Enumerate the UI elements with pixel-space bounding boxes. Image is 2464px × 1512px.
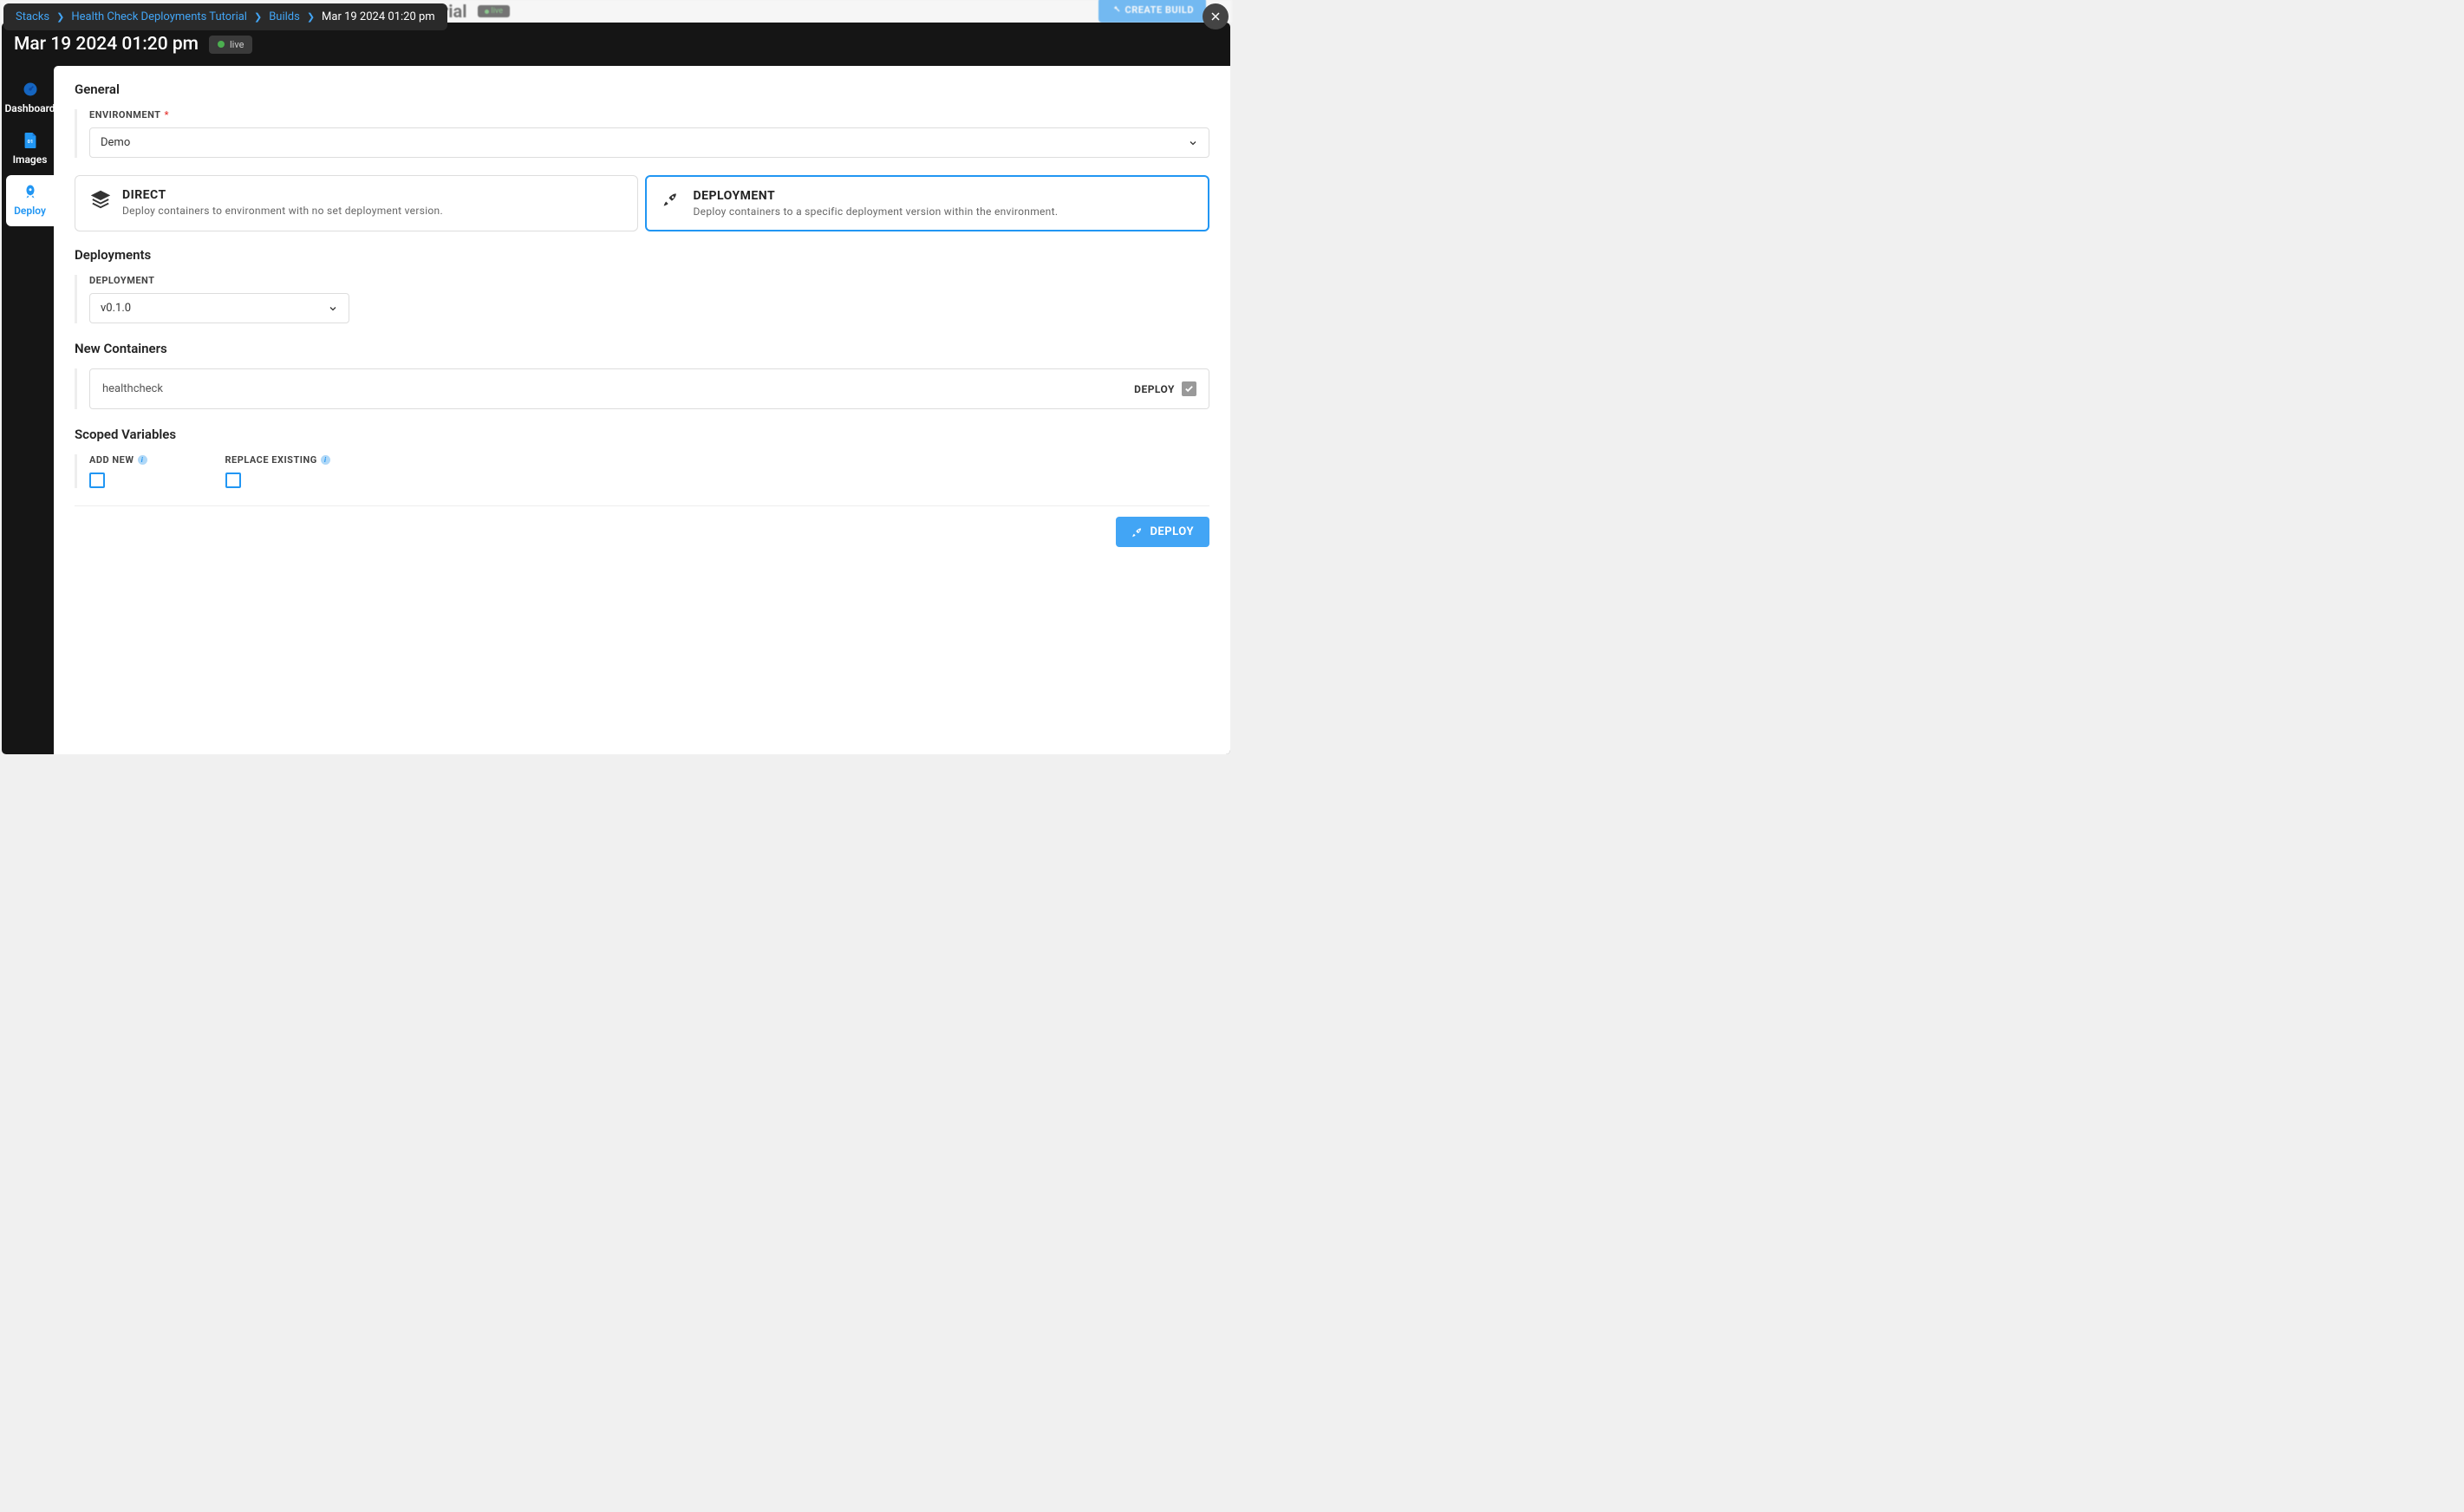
sidebar-tabs: Dashboard 01 Images Deploy [2, 66, 54, 754]
live-dot-icon [218, 41, 225, 48]
live-badge: live [209, 36, 252, 54]
hammer-icon [1111, 5, 1121, 16]
breadcrumb-current: Mar 19 2024 01:20 pm [322, 10, 435, 23]
card-deployment-desc: Deploy containers to a specific deployme… [694, 205, 1059, 218]
chevron-right-icon: ❯ [307, 11, 315, 23]
deployment-label: DEPLOYMENT [89, 275, 1209, 286]
deployment-value: v0.1.0 [101, 302, 131, 315]
tab-deploy[interactable]: Deploy [6, 175, 54, 226]
tab-dashboard-label: Dashboard [4, 102, 55, 114]
rocket-icon [1131, 526, 1144, 538]
file-icon: 01 [22, 132, 39, 149]
tab-dashboard[interactable]: Dashboard [6, 73, 54, 124]
tab-images[interactable]: 01 Images [6, 124, 54, 175]
replace-existing-label: REPLACE EXISTING i [225, 454, 330, 466]
replace-existing-checkbox[interactable] [225, 472, 241, 488]
container-name: healthcheck [102, 382, 163, 395]
gauge-icon [22, 81, 39, 98]
environment-value: Demo [101, 136, 130, 149]
environment-label: ENVIRONMENT* [89, 109, 1209, 121]
create-build-button[interactable]: CREATE BUILD [1098, 0, 1207, 23]
rocket-icon [662, 191, 681, 210]
svg-text:01: 01 [27, 140, 33, 145]
rocket-icon [22, 183, 39, 200]
add-new-checkbox[interactable] [89, 472, 105, 488]
section-scoped: ADD NEW i REPLACE EXISTING i [75, 454, 1209, 488]
content-panel: General ENVIRONMENT* Demo DIRECT [54, 66, 1230, 754]
add-new-label: ADD NEW i [89, 454, 147, 466]
modal-title: Mar 19 2024 01:20 pm [14, 34, 199, 55]
chevron-right-icon: ❯ [254, 11, 262, 23]
bg-live-badge: live [478, 5, 510, 17]
breadcrumb-stacks[interactable]: Stacks [16, 10, 49, 23]
card-direct[interactable]: DIRECT Deploy containers to environment … [75, 175, 638, 231]
info-icon[interactable]: i [138, 455, 147, 465]
card-direct-title: DIRECT [122, 188, 443, 202]
chevron-right-icon: ❯ [56, 11, 64, 23]
info-icon[interactable]: i [321, 455, 330, 465]
card-deployment[interactable]: DEPLOYMENT Deploy containers to a specif… [645, 175, 1210, 231]
container-deploy-label: DEPLOY [1134, 383, 1175, 395]
container-row: healthcheck DEPLOY [89, 368, 1209, 409]
tab-images-label: Images [13, 153, 48, 166]
deploy-button[interactable]: DEPLOY [1116, 517, 1209, 547]
deployment-select[interactable]: v0.1.0 [89, 293, 349, 323]
close-icon [1210, 11, 1221, 22]
container-deploy-checkbox[interactable] [1182, 381, 1196, 396]
card-deployment-title: DEPLOYMENT [694, 189, 1059, 203]
layers-icon [91, 190, 110, 209]
breadcrumb-tutorial[interactable]: Health Check Deployments Tutorial [71, 10, 247, 23]
tab-deploy-label: Deploy [14, 205, 46, 217]
card-direct-desc: Deploy containers to environment with no… [122, 205, 443, 217]
build-modal: Mar 19 2024 01:20 pm live Dashboard 01 I… [2, 23, 1230, 754]
section-deployments-title: Deployments [75, 247, 1209, 263]
chevron-down-icon [328, 303, 338, 314]
footer: DEPLOY [75, 505, 1209, 547]
chevron-down-icon [1188, 138, 1198, 148]
section-deployments: DEPLOYMENT v0.1.0 [75, 275, 1209, 323]
close-button[interactable] [1203, 3, 1229, 29]
section-scoped-title: Scoped Variables [75, 427, 1209, 442]
section-general: ENVIRONMENT* Demo [75, 109, 1209, 158]
section-general-title: General [75, 81, 1209, 97]
breadcrumb: Stacks ❯ Health Check Deployments Tutori… [3, 3, 447, 30]
section-containers: healthcheck DEPLOY [75, 368, 1209, 409]
section-containers-title: New Containers [75, 341, 1209, 356]
environment-select[interactable]: Demo [89, 127, 1209, 158]
breadcrumb-builds[interactable]: Builds [269, 10, 300, 23]
check-icon [1184, 384, 1194, 394]
